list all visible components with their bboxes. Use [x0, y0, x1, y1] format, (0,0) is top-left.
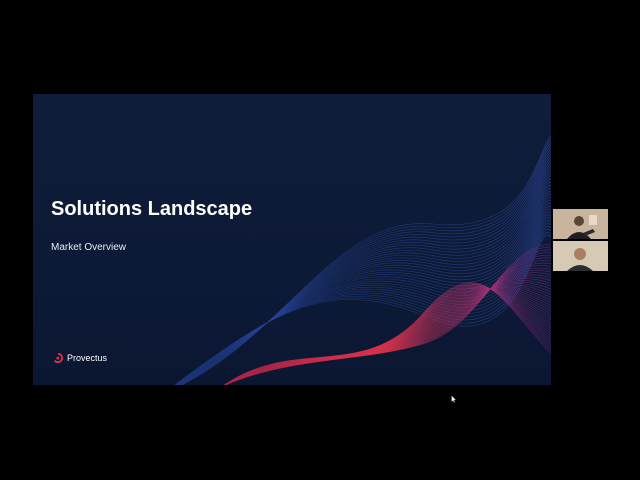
- slide-wave-graphic: [174, 136, 551, 385]
- mouse-cursor-icon: [451, 395, 457, 403]
- participant-video-tile[interactable]: [553, 209, 608, 239]
- participant-video: [553, 241, 608, 271]
- slide-subtitle: Market Overview: [51, 242, 127, 253]
- brand-name: Provectus: [67, 353, 108, 363]
- slide-title: Solutions Landscape: [51, 198, 253, 220]
- participant-video-tile[interactable]: [553, 241, 608, 271]
- participant-panel: [553, 209, 608, 272]
- meeting-screen: Solutions Landscape Market Overview Prov…: [0, 0, 640, 480]
- presentation-slide: Solutions Landscape Market Overview Prov…: [33, 94, 551, 385]
- participant-video: [553, 209, 608, 239]
- provectus-logo-icon: [53, 353, 63, 363]
- brand-logo: Provectus: [53, 353, 107, 363]
